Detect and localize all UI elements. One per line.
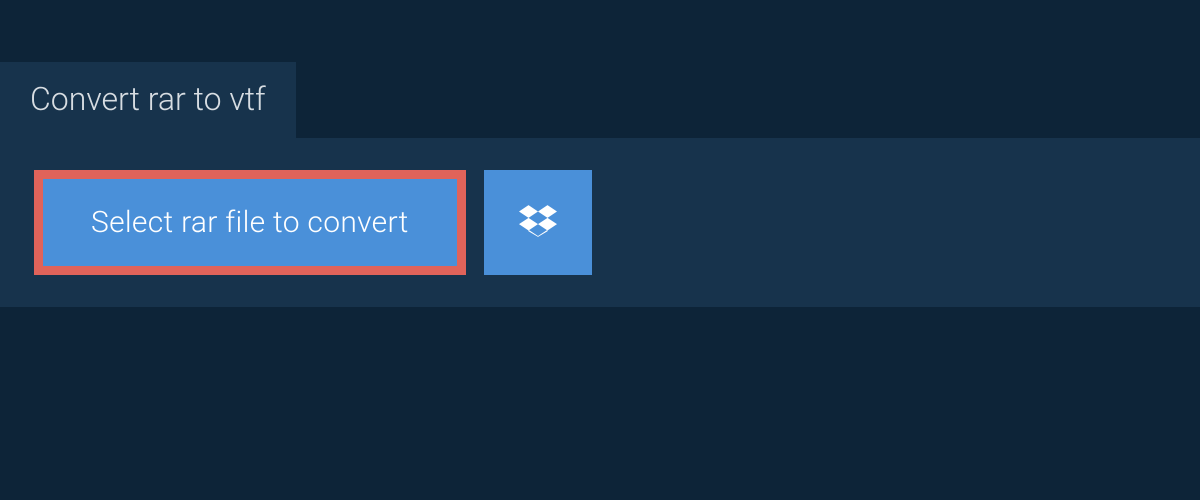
conversion-panel: Select rar file to convert bbox=[0, 138, 1200, 307]
select-file-button[interactable]: Select rar file to convert bbox=[34, 170, 466, 275]
top-spacer bbox=[0, 0, 1200, 62]
dropbox-icon bbox=[519, 202, 557, 244]
tab-bar: Convert rar to vtf bbox=[0, 62, 1200, 138]
tab-convert[interactable]: Convert rar to vtf bbox=[0, 62, 296, 138]
dropbox-button[interactable] bbox=[484, 170, 592, 275]
select-file-label: Select rar file to convert bbox=[91, 205, 409, 240]
tab-title: Convert rar to vtf bbox=[30, 80, 266, 118]
